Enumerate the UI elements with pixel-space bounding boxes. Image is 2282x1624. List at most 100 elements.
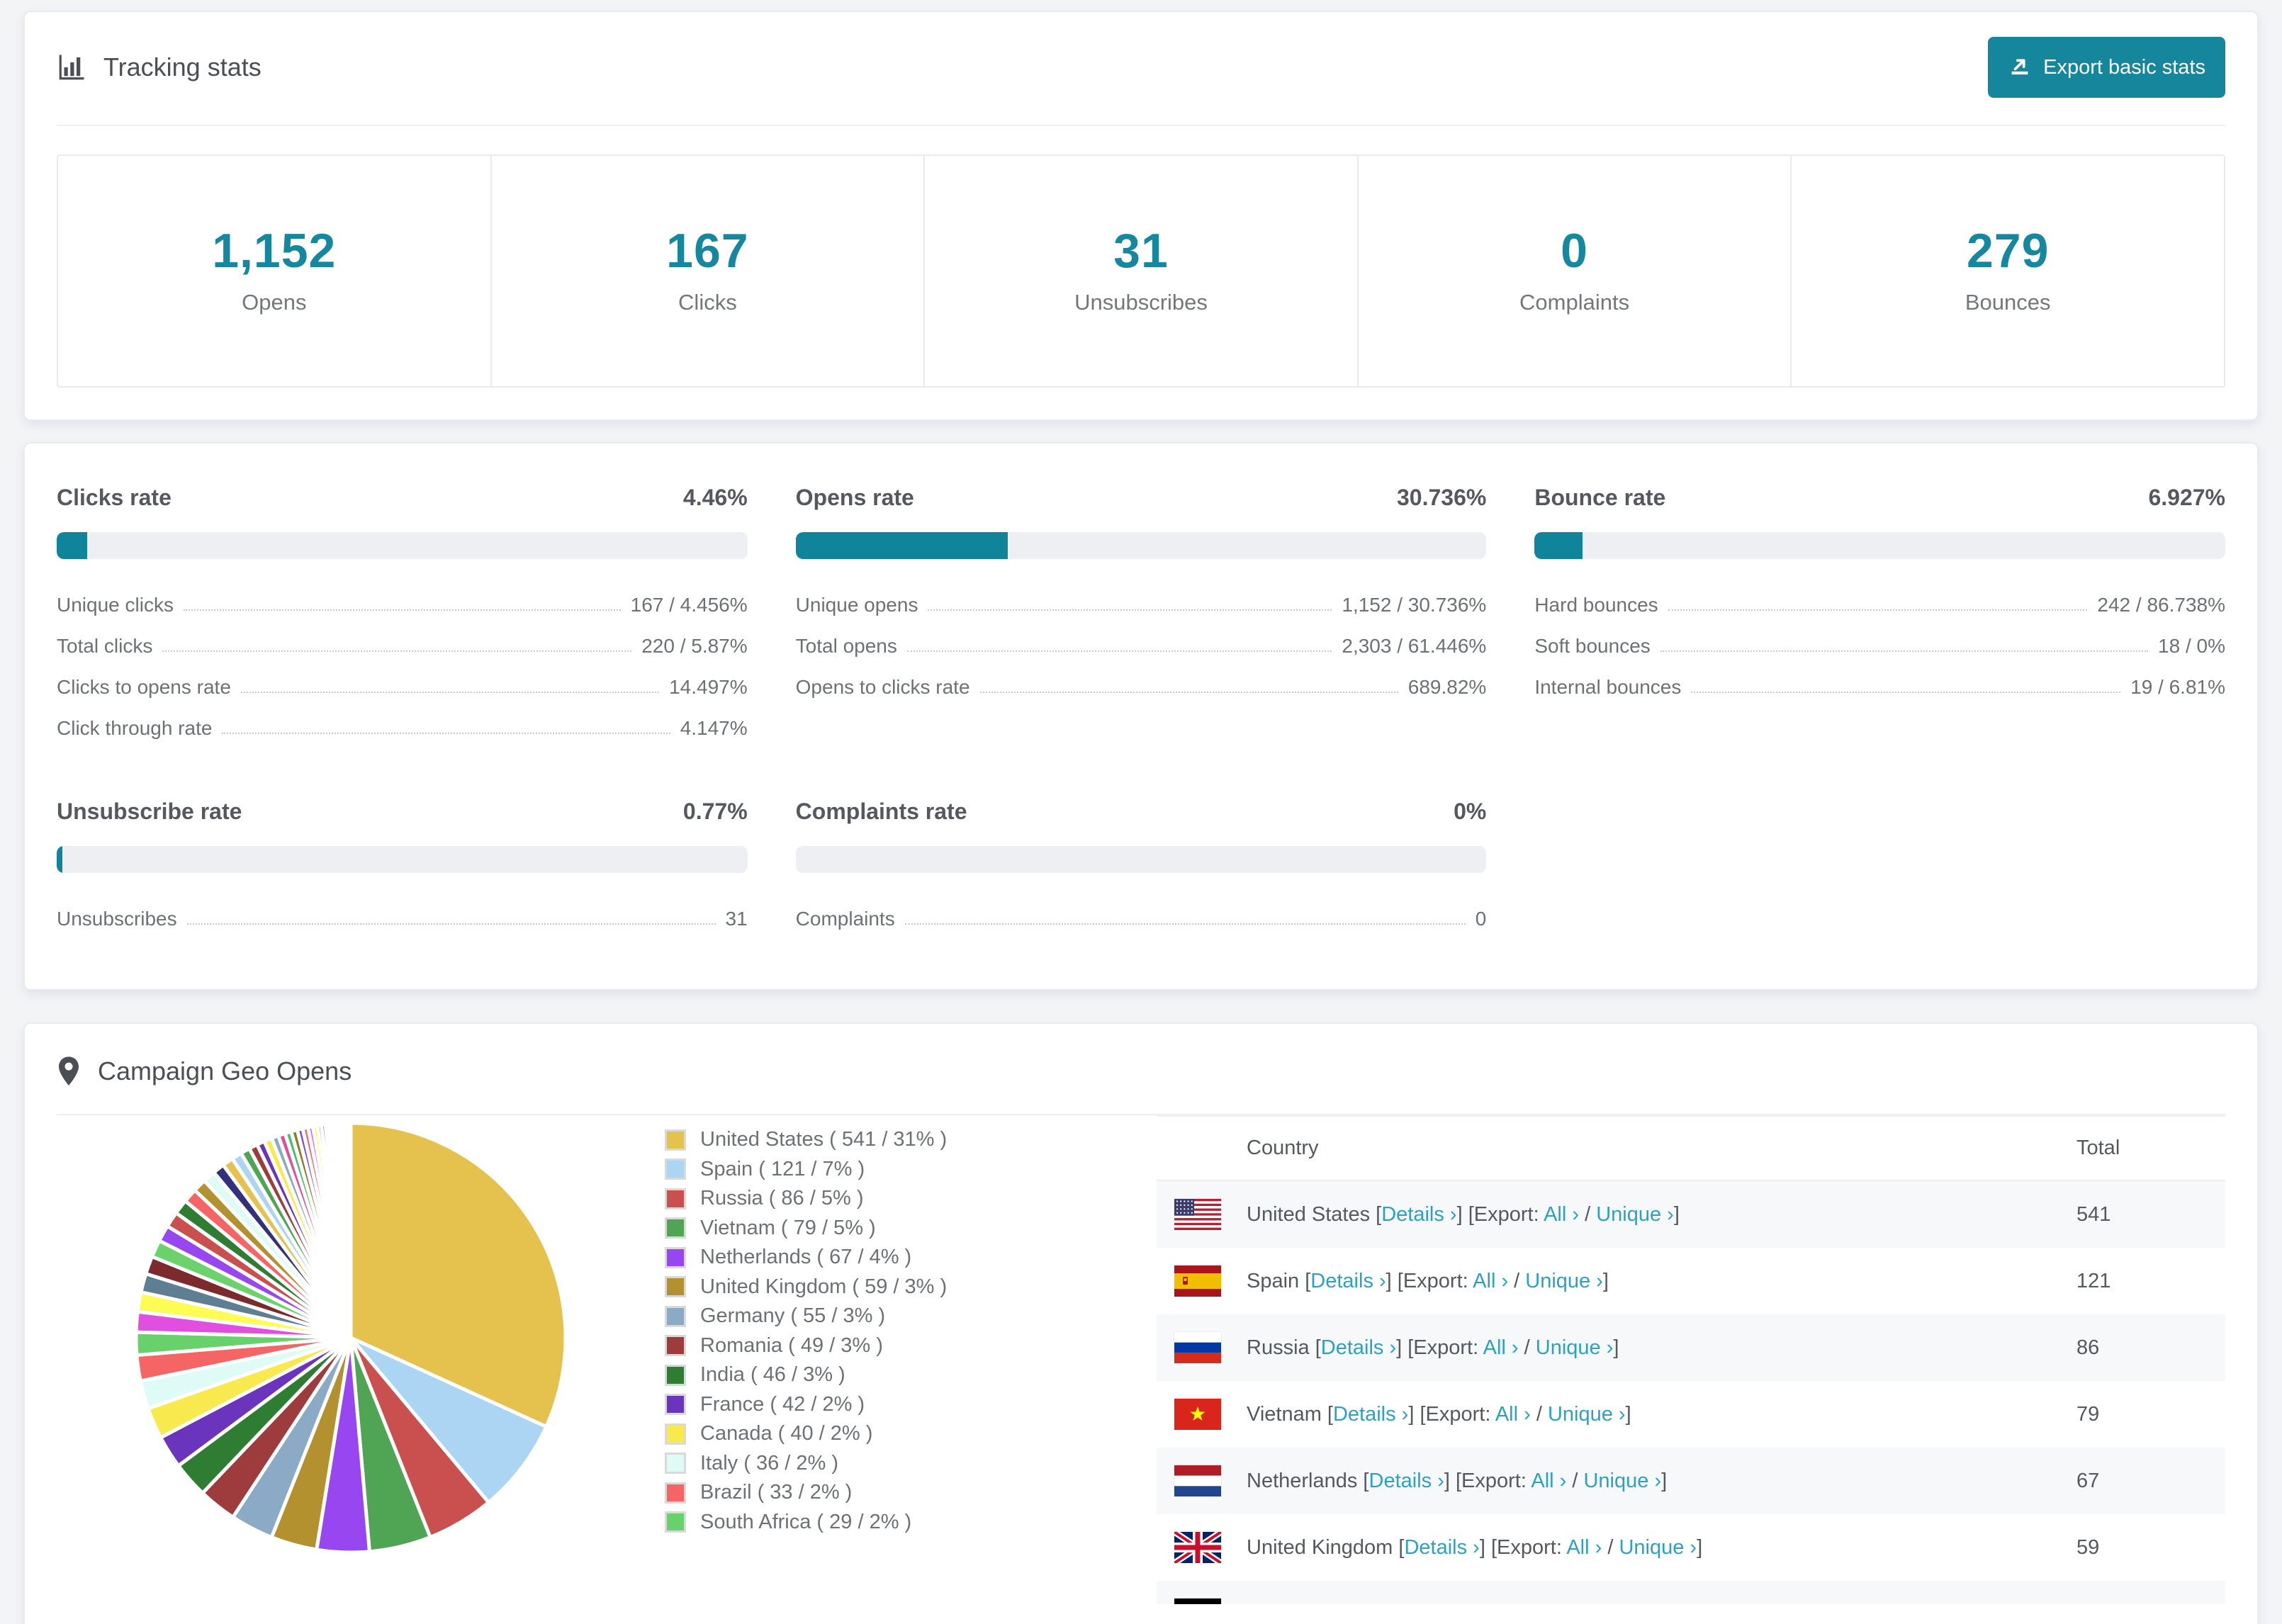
geo-table-row-gb: United Kingdom [Details ›] [Export: All …	[1157, 1514, 2225, 1581]
details-link[interactable]: Details ›	[1342, 1603, 1417, 1605]
export-unique-link[interactable]: Unique ›	[1548, 1403, 1626, 1426]
rate-head: Complaints rate 0%	[796, 799, 1487, 825]
column-header-total: Total	[2076, 1115, 2225, 1181]
progress-bar-fill	[795, 532, 1008, 559]
geo-header: Campaign Geo Opens	[57, 1056, 2225, 1087]
legend-item: France ( 42 / 2% )	[665, 1390, 1157, 1420]
rate-row-label: Total opens	[795, 635, 897, 657]
progress-bar-fill	[57, 532, 88, 559]
rate-row-value: 2,303 / 61.446%	[1342, 635, 1487, 657]
legend-label: Vietnam ( 79 / 5% )	[700, 1216, 876, 1239]
export-basic-stats-button[interactable]: Export basic stats	[1988, 37, 2225, 98]
details-link[interactable]: Details ›	[1333, 1403, 1408, 1426]
stat-value: 167	[666, 224, 749, 278]
flag-vn-icon	[1174, 1399, 1221, 1430]
rate-title: Bounce rate	[1534, 485, 1666, 510]
rate-detail-rows: Hard bounces 242 / 86.738% Soft bounces …	[1534, 585, 2225, 708]
export-all-link[interactable]: All ›	[1544, 1203, 1579, 1226]
rate-detail-row: Unique clicks 167 / 4.456%	[57, 585, 748, 626]
geo-table-wrap: Country Total United States [Details ›] …	[1157, 1115, 2225, 1604]
export-unique-link[interactable]: Unique ›	[1619, 1536, 1697, 1559]
export-unique-link[interactable]: Unique ›	[1557, 1603, 1635, 1605]
stat-label: Complaints	[1519, 290, 1630, 315]
dotted-leader	[906, 650, 1332, 652]
country-text: Russia [Details ›] [Export: All › / Uniq…	[1247, 1336, 1619, 1359]
flag-nl-icon	[1174, 1465, 1221, 1496]
country-total: 55	[2076, 1581, 2225, 1605]
country-text: United Kingdom [Details ›] [Export: All …	[1247, 1535, 1703, 1559]
stat-cell-complaints: 0 Complaints	[1356, 156, 1791, 386]
geo-table-row-nl: Netherlands [Details ›] [Export: All › /…	[1157, 1448, 2225, 1514]
rate-detail-rows: Complaints 0	[796, 898, 1487, 940]
progress-bar-fill	[57, 846, 62, 873]
geo-pie-chart	[57, 1115, 609, 1604]
legend-swatch-icon	[665, 1453, 686, 1474]
progress-bar-track	[795, 532, 1487, 559]
export-all-link[interactable]: All ›	[1505, 1603, 1540, 1605]
rate-row-label: Unsubscribes	[57, 908, 177, 930]
rate-block-opens-rate: Opens rate 30.736% Unique opens 1,152 / …	[795, 485, 1487, 749]
country-cell: Germany [Details ›] [Export: All › / Uni…	[1157, 1598, 2076, 1604]
rate-row-value: 19 / 6.81%	[2130, 676, 2225, 698]
rate-detail-row: Soft bounces 18 / 0%	[1534, 626, 2225, 667]
legend-swatch-icon	[665, 1305, 686, 1327]
legend-label: France ( 42 / 2% )	[700, 1392, 865, 1416]
rate-detail-row: Hard bounces 242 / 86.738%	[1534, 585, 2225, 626]
legend-label: United States ( 541 / 31% )	[700, 1128, 948, 1151]
progress-bar-fill	[1534, 532, 1583, 559]
flag-us-icon	[1174, 1199, 1221, 1230]
details-link[interactable]: Details ›	[1404, 1536, 1479, 1559]
legend-swatch-icon	[665, 1188, 686, 1209]
legend-item: Germany ( 55 / 3% )	[665, 1302, 1157, 1331]
rate-detail-rows: Unsubscribes 31	[57, 898, 748, 940]
rate-percent: 0.77%	[682, 799, 748, 824]
rate-row-label: Soft bounces	[1534, 635, 1651, 657]
legend-item: Netherlands ( 67 / 4% )	[665, 1243, 1157, 1273]
flag-gb-icon	[1174, 1532, 1221, 1563]
map-pin-icon	[57, 1056, 81, 1087]
export-all-link[interactable]: All ›	[1495, 1403, 1531, 1426]
details-link[interactable]: Details ›	[1310, 1270, 1386, 1292]
export-all-link[interactable]: All ›	[1483, 1336, 1519, 1359]
details-link[interactable]: Details ›	[1369, 1470, 1444, 1492]
rate-block-bounce-rate: Bounce rate 6.927% Hard bounces 242 / 86…	[1534, 485, 2225, 749]
country-cell: Spain [Details ›] [Export: All › / Uniqu…	[1157, 1265, 2076, 1297]
dotted-leader	[928, 609, 1332, 611]
export-unique-link[interactable]: Unique ›	[1536, 1336, 1614, 1359]
export-all-link[interactable]: All ›	[1566, 1536, 1602, 1559]
rate-row-value: 689.82%	[1407, 676, 1487, 698]
legend-swatch-icon	[665, 1217, 686, 1239]
dotted-leader	[183, 609, 621, 611]
details-link[interactable]: Details ›	[1381, 1203, 1456, 1226]
stat-label: Clicks	[678, 290, 737, 315]
legend-item: Russia ( 86 / 5% )	[665, 1184, 1157, 1214]
rate-row-value: 18 / 0%	[2158, 635, 2225, 657]
rates-card: Clicks rate 4.46% Unique clicks 167 / 4.…	[23, 442, 2259, 991]
campaign-geo-opens-card: Campaign Geo Opens United States ( 541 /…	[23, 1022, 2259, 1624]
dotted-leader	[1660, 650, 2149, 652]
column-header-country: Country	[1157, 1115, 2076, 1181]
export-unique-link[interactable]: Unique ›	[1525, 1270, 1603, 1292]
header-divider	[57, 125, 2225, 126]
country-total: 79	[2076, 1402, 2100, 1426]
export-unique-link[interactable]: Unique ›	[1596, 1203, 1674, 1226]
stat-cell-opens: 1,152 Opens	[58, 156, 490, 386]
legend-swatch-icon	[665, 1246, 686, 1268]
export-unique-link[interactable]: Unique ›	[1583, 1470, 1661, 1492]
geo-table: Country Total United States [Details ›] …	[1157, 1115, 2225, 1604]
rate-row-label: Opens to clicks rate	[795, 676, 970, 698]
rate-row-value: 1,152 / 30.736%	[1342, 594, 1487, 616]
bar-chart-icon	[57, 52, 86, 82]
details-link[interactable]: Details ›	[1321, 1336, 1396, 1359]
flag-ru-icon	[1174, 1332, 1221, 1363]
progress-bar-track	[795, 846, 1487, 873]
rate-row-label: Click through rate	[57, 717, 213, 739]
legend-item: Vietnam ( 79 / 5% )	[665, 1214, 1157, 1244]
geo-table-row-de: Germany [Details ›] [Export: All › / Uni…	[1157, 1581, 2225, 1604]
legend-label: South Africa ( 29 / 2% )	[700, 1510, 912, 1533]
country-text: Vietnam [Details ›] [Export: All › / Uni…	[1247, 1402, 1631, 1426]
legend-label: Italy ( 36 / 2% )	[700, 1451, 839, 1474]
export-all-link[interactable]: All ›	[1473, 1270, 1508, 1292]
rate-row-value: 31	[725, 908, 748, 930]
export-all-link[interactable]: All ›	[1531, 1470, 1566, 1492]
